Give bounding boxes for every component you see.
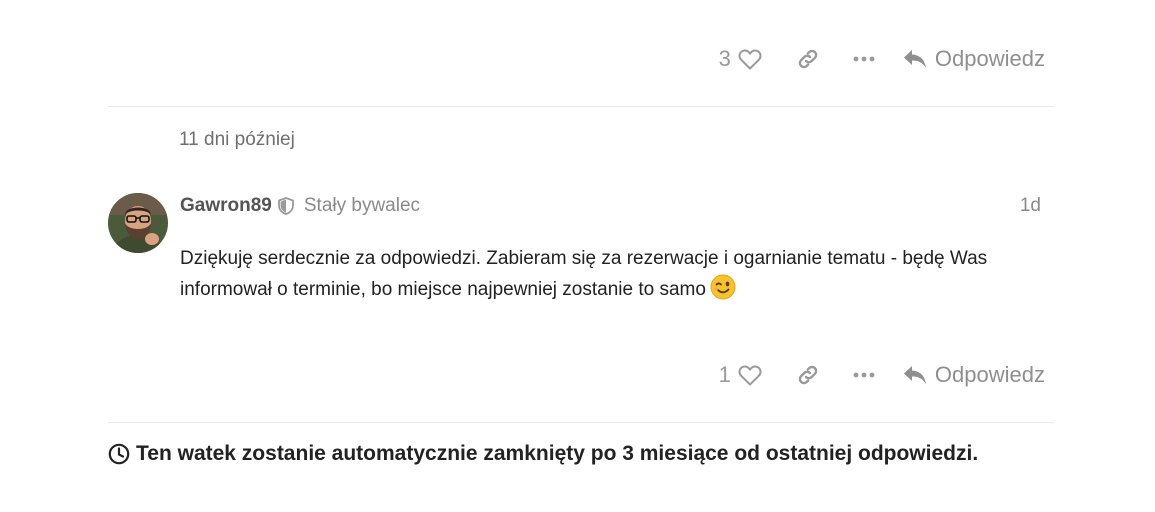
link-icon[interactable] [793,41,823,77]
heart-icon[interactable] [735,41,765,77]
previous-post-actions: 3 Odpowiedz [719,41,1045,77]
auto-close-notice: Ten watek zostanie automatycznie zamknię… [108,442,978,466]
post-body: Dziękuję serdecznie za odpowiedzi. Zabie… [180,243,1060,310]
post-body-line: Dziękuję serdecznie za odpowiedzi. Zabie… [180,248,988,269]
like-count[interactable]: 1 [719,357,731,393]
like-count[interactable]: 3 [719,41,731,77]
avatar[interactable] [108,193,168,253]
reply-icon [903,50,926,68]
more-options-icon[interactable] [849,41,879,77]
post-actions: 1 Odpowiedz [719,357,1045,393]
moderator-shield-icon [277,197,294,215]
username[interactable]: Gawron89 [180,195,272,217]
time-gap-label: 11 dni później [179,129,295,150]
post-date[interactable]: 1d [1020,193,1041,219]
user-title: Stały bywalec [303,195,421,216]
topic-view: 3 Odpowiedz 11 dni później Gawron89 Stał… [0,0,1155,512]
post-divider [108,422,1054,423]
reply-icon [903,366,926,384]
reply-label: Odpowiedz [934,46,1045,71]
post-meta: Gawron89 Stały bywalec [180,193,420,219]
link-icon[interactable] [793,357,823,393]
reply-button[interactable]: Odpowiedz [903,362,1045,388]
reply-label: Odpowiedz [934,362,1045,387]
auto-close-text: Ten watek zostanie automatycznie zamknię… [136,442,979,465]
heart-icon[interactable] [735,357,765,393]
post-body-line: informował o terminie, bo miejsce najpew… [180,279,706,300]
clock-icon [108,443,130,465]
post-divider [108,106,1054,107]
reply-button[interactable]: Odpowiedz [903,46,1045,72]
winking-face-icon [710,274,736,310]
more-options-icon[interactable] [849,357,879,393]
